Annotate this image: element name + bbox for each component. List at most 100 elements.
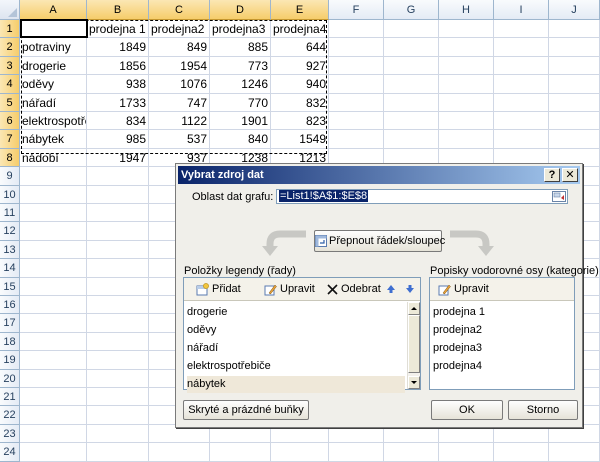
cell-b22[interactable]	[87, 406, 149, 425]
row-header-3[interactable]: 3	[0, 56, 20, 76]
cell-j24[interactable]	[549, 443, 600, 462]
cell-b8[interactable]: 1947	[87, 148, 149, 168]
row-header-14[interactable]: 14	[0, 259, 20, 278]
edit-axis-labels-button[interactable]: Upravit	[438, 282, 489, 297]
scroll-thumb[interactable]	[408, 315, 420, 373]
cell-b14[interactable]	[87, 259, 149, 278]
cell-e4[interactable]: 940	[271, 75, 329, 94]
column-header-b[interactable]: B	[87, 0, 149, 20]
cell-a12[interactable]	[20, 222, 87, 241]
cell-b16[interactable]	[87, 296, 149, 315]
cell-a10[interactable]	[20, 185, 87, 204]
cell-d24[interactable]	[210, 443, 271, 462]
row-header-12[interactable]: 12	[0, 222, 20, 241]
cell-i6[interactable]	[494, 112, 549, 131]
column-header-j[interactable]: J	[549, 0, 600, 20]
cell-h6[interactable]	[439, 112, 494, 131]
cell-i24[interactable]	[494, 443, 549, 462]
cell-f24[interactable]	[329, 443, 384, 462]
cell-i7[interactable]	[494, 130, 549, 149]
cell-b13[interactable]	[87, 240, 149, 260]
series-item[interactable]: drogerie	[187, 304, 227, 321]
cell-f5[interactable]	[329, 93, 384, 112]
cell-a14[interactable]	[20, 259, 87, 278]
cell-f7[interactable]	[329, 130, 384, 149]
cell-a15[interactable]	[20, 277, 87, 296]
cell-f6[interactable]	[329, 112, 384, 131]
cell-f2[interactable]	[329, 38, 384, 57]
cell-j5[interactable]	[549, 93, 600, 112]
cell-i3[interactable]	[494, 56, 549, 76]
cell-d4[interactable]: 1246	[210, 75, 271, 94]
cell-a11[interactable]	[20, 204, 87, 223]
move-up-icon[interactable]	[386, 284, 396, 294]
cell-b15[interactable]	[87, 277, 149, 296]
cell-d1[interactable]: prodejna3	[210, 20, 271, 39]
cell-c5[interactable]: 747	[149, 93, 210, 112]
cell-c4[interactable]: 1076	[149, 75, 210, 94]
cell-a24[interactable]	[20, 443, 87, 462]
category-item[interactable]: prodejna 1	[433, 304, 485, 321]
cell-i5[interactable]	[494, 93, 549, 112]
cell-d7[interactable]: 840	[210, 130, 271, 149]
row-header-11[interactable]: 11	[0, 204, 20, 223]
cell-a5[interactable]: nářadí	[20, 93, 87, 112]
cell-a18[interactable]	[20, 332, 87, 352]
cell-g6[interactable]	[384, 112, 439, 131]
cell-h7[interactable]	[439, 130, 494, 149]
switch-row-column-button[interactable]: Přepnout řádek/sloupec	[314, 230, 445, 252]
cell-a8[interactable]: nádobí	[20, 148, 87, 168]
cell-a22[interactable]	[20, 406, 87, 425]
cell-b24[interactable]	[87, 443, 149, 462]
cell-b5[interactable]: 1733	[87, 93, 149, 112]
series-item[interactable]: oděvy	[187, 322, 216, 339]
cell-c2[interactable]: 849	[149, 38, 210, 57]
category-item[interactable]: prodejna3	[433, 340, 482, 357]
row-header-8[interactable]: 8	[0, 148, 20, 168]
row-header-23[interactable]: 23	[0, 424, 20, 444]
row-header-6[interactable]: 6	[0, 112, 20, 131]
cell-b18[interactable]	[87, 332, 149, 352]
cell-d2[interactable]: 885	[210, 38, 271, 57]
cell-b12[interactable]	[87, 222, 149, 241]
cell-a13[interactable]	[20, 240, 87, 260]
cell-h5[interactable]	[439, 93, 494, 112]
row-header-21[interactable]: 21	[0, 388, 20, 407]
row-header-18[interactable]: 18	[0, 332, 20, 352]
row-header-1[interactable]: 1	[0, 20, 20, 39]
move-down-icon[interactable]	[405, 284, 415, 294]
cell-d3[interactable]: 773	[210, 56, 271, 76]
column-header-f[interactable]: F	[329, 0, 384, 20]
row-header-16[interactable]: 16	[0, 296, 20, 315]
close-button[interactable]: ✕	[562, 168, 578, 182]
cell-a21[interactable]	[20, 388, 87, 407]
cell-b11[interactable]	[87, 204, 149, 223]
row-header-10[interactable]: 10	[0, 185, 20, 204]
cell-g1[interactable]	[384, 20, 439, 39]
cancel-button[interactable]: Storno	[508, 400, 578, 420]
column-header-c[interactable]: C	[149, 0, 210, 20]
cell-j6[interactable]	[549, 112, 600, 131]
row-header-22[interactable]: 22	[0, 406, 20, 425]
row-header-19[interactable]: 19	[0, 351, 20, 370]
column-header-e[interactable]: E	[271, 0, 329, 20]
column-header-i[interactable]: I	[494, 0, 549, 20]
row-header-2[interactable]: 2	[0, 38, 20, 57]
add-series-button[interactable]: Přidat	[196, 282, 241, 297]
cell-j2[interactable]	[549, 38, 600, 57]
cell-a9[interactable]	[20, 167, 87, 186]
cell-f3[interactable]	[329, 56, 384, 76]
cell-a6[interactable]: elektrospotřebiče	[20, 112, 87, 131]
row-header-17[interactable]: 17	[0, 314, 20, 333]
cell-b4[interactable]: 938	[87, 75, 149, 94]
cell-h2[interactable]	[439, 38, 494, 57]
cell-c24[interactable]	[149, 443, 210, 462]
cell-j4[interactable]	[549, 75, 600, 94]
cell-j7[interactable]	[549, 130, 600, 149]
row-header-5[interactable]: 5	[0, 93, 20, 112]
category-item[interactable]: prodejna4	[433, 358, 482, 375]
cell-a7[interactable]: nábytek	[20, 130, 87, 149]
series-item[interactable]: nářadí	[187, 340, 218, 357]
cell-i2[interactable]	[494, 38, 549, 57]
row-header-20[interactable]: 20	[0, 369, 20, 388]
